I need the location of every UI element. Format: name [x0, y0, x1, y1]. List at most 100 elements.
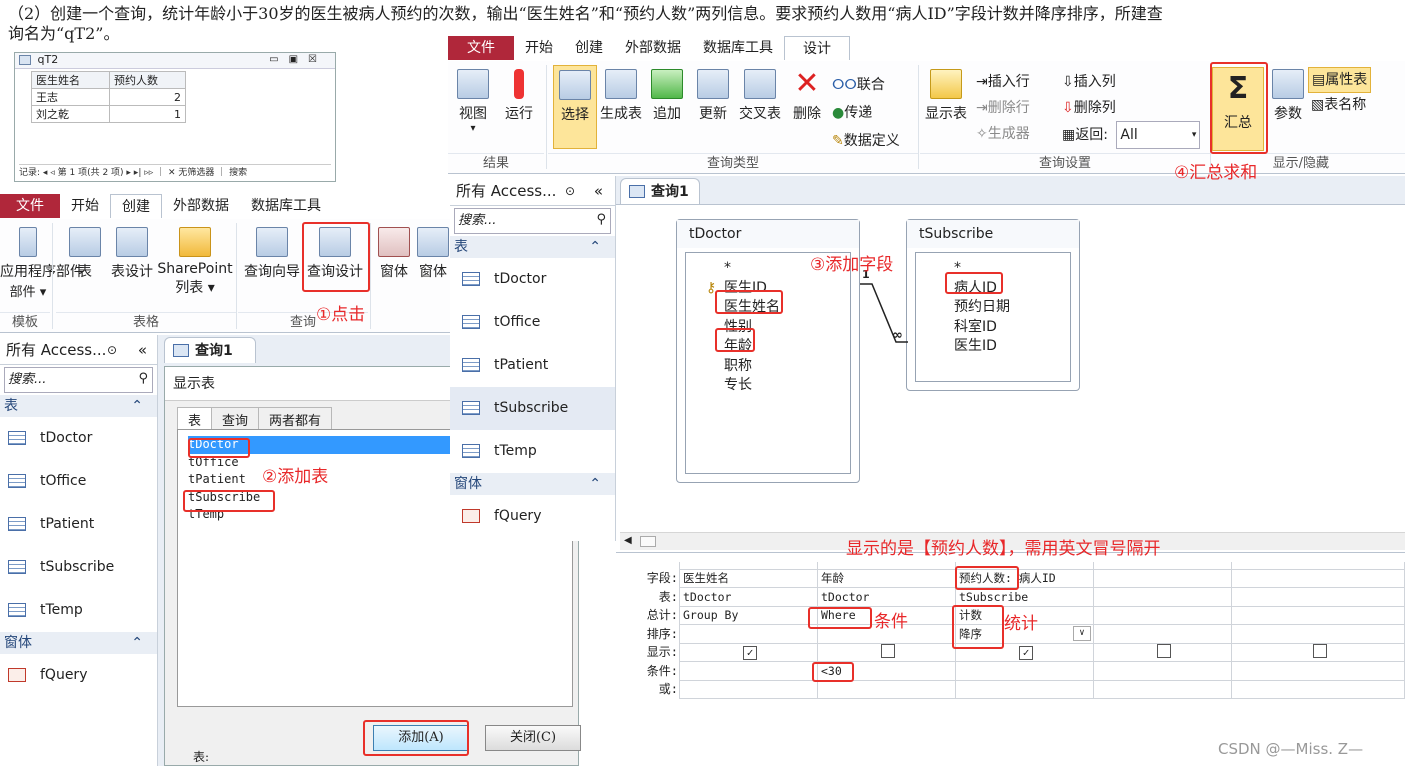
table-design-button[interactable]: 表设计	[106, 227, 158, 281]
tab-query1-right[interactable]: 查询1	[620, 178, 700, 204]
column-header[interactable]: 医生姓名	[31, 71, 110, 89]
return-select[interactable]: All ▾	[1116, 121, 1201, 149]
tab-design[interactable]: 设计	[784, 36, 850, 60]
grid-cell-table[interactable]: tDoctor	[817, 587, 956, 607]
nav-search-input[interactable]: 搜索... ⚲	[454, 208, 611, 234]
grid-cell-show[interactable]	[1093, 642, 1232, 662]
delete-rows-button[interactable]: ⇥删除行	[976, 95, 1030, 121]
nav-section-forms[interactable]: 窗体 ⌃	[450, 473, 615, 495]
insert-cols-button[interactable]: ⇩插入列	[1062, 69, 1200, 95]
nav-item-table[interactable]: tSubscribe	[450, 387, 615, 430]
minimize-icon[interactable]: ▭	[269, 54, 288, 65]
show-table-button[interactable]: 显示表	[922, 69, 970, 123]
field-item[interactable]: 专长	[724, 376, 850, 396]
nav-item-table[interactable]: tSubscribe	[0, 546, 157, 589]
view-button[interactable]: 视图 ▾	[454, 69, 492, 134]
grid-cell-or[interactable]	[817, 679, 956, 699]
update-button[interactable]: 更新	[694, 69, 732, 123]
nav-search-input[interactable]: 搜索... ⚲	[4, 367, 153, 393]
table-row[interactable]: 刘之乾 1	[31, 105, 186, 123]
grid-cell-field[interactable]	[1093, 568, 1232, 588]
table-box-tsubscribe[interactable]: tSubscribe * 病人ID 预约日期 科室ID 医生ID	[906, 219, 1080, 391]
tab-external-data[interactable]: 外部数据	[162, 194, 240, 218]
nav-pane-header[interactable]: 所有 Access... ⊙ «	[0, 335, 157, 365]
nav-item-form[interactable]: fQuery	[0, 654, 157, 697]
select-query-button[interactable]: 选择	[553, 65, 597, 149]
scroll-left-icon[interactable]: ◀	[624, 535, 632, 546]
show-checkbox[interactable]	[1157, 643, 1171, 658]
tab-both[interactable]: 两者都有	[258, 407, 333, 431]
maximize-icon[interactable]: ▣	[289, 54, 308, 65]
grid-cell-sort[interactable]	[1093, 624, 1232, 644]
nav-item-table[interactable]: tOffice	[450, 301, 615, 344]
nav-item-table[interactable]: tPatient	[450, 344, 615, 387]
grid-cell-total[interactable]	[1093, 605, 1232, 625]
grid-cell-table[interactable]	[1231, 587, 1405, 607]
nav-item-table[interactable]: tDoctor	[450, 258, 615, 301]
column-header[interactable]: 预约人数	[109, 71, 186, 89]
run-button[interactable]: 运行	[500, 69, 538, 123]
tab-home[interactable]: 开始	[60, 194, 110, 218]
grid-cell-sort[interactable]	[1231, 624, 1405, 644]
field-item[interactable]: 预约日期	[954, 298, 1070, 318]
tab-external-data[interactable]: 外部数据	[614, 36, 692, 60]
grid-cell-field[interactable]: 年龄	[817, 568, 956, 588]
grid-cell-table[interactable]	[1093, 587, 1232, 607]
form-button[interactable]: 窗体	[376, 227, 412, 281]
grid-cell-show[interactable]	[817, 642, 956, 662]
tab-home[interactable]: 开始	[514, 36, 564, 60]
grid-cell-field[interactable]: 医生姓名	[679, 568, 818, 588]
append-button[interactable]: 追加	[648, 69, 686, 123]
show-checkbox[interactable]	[881, 643, 895, 658]
grid-cell-show[interactable]: ✓	[679, 642, 818, 662]
table-button[interactable]: 表	[66, 227, 104, 281]
scroll-thumb[interactable]	[640, 536, 656, 547]
grid-cell-criteria[interactable]	[1093, 661, 1232, 681]
crosstab-button[interactable]: 交叉表	[736, 69, 784, 123]
return-field[interactable]: ▦返回: All ▾	[1062, 121, 1201, 149]
grid-cell-sort[interactable]	[679, 624, 818, 644]
search-icon[interactable]: ⚲	[138, 367, 148, 391]
app-parts-button[interactable]: 应用程序部件 部件 ▾	[0, 227, 84, 300]
delete-button[interactable]: ✕ 删除	[788, 69, 826, 123]
grid-cell-criteria[interactable]	[955, 661, 1094, 681]
close-button[interactable]: 关闭(C)	[485, 725, 581, 751]
nav-item-table[interactable]: tDoctor	[0, 417, 157, 460]
show-checkbox[interactable]: ✓	[743, 645, 757, 660]
grid-cell-field[interactable]	[1231, 568, 1405, 588]
grid-cell-show[interactable]	[1231, 642, 1405, 662]
show-checkbox[interactable]	[1312, 643, 1327, 658]
tab-create[interactable]: 创建	[564, 36, 614, 60]
table-cell[interactable]: 2	[109, 88, 186, 106]
make-table-button[interactable]: 生成表	[598, 69, 644, 123]
grid-cell-total[interactable]	[1231, 605, 1405, 625]
nav-section-tables[interactable]: 表 ⌃	[450, 236, 615, 258]
nav-item-form[interactable]: fQuery	[450, 495, 615, 538]
grid-cell-table[interactable]: tDoctor	[679, 587, 818, 607]
collapse-pane-icon[interactable]: «	[594, 176, 603, 206]
nav-item-table[interactable]: tTemp	[0, 589, 157, 632]
query-wizard-button[interactable]: 查询向导	[240, 227, 304, 281]
field-item[interactable]: 医生ID	[954, 337, 1070, 357]
tab-queries[interactable]: 查询	[211, 407, 260, 431]
table-cell[interactable]: 刘之乾	[31, 105, 110, 123]
data-definition-button[interactable]: ✎数据定义	[832, 127, 900, 155]
nav-section-forms[interactable]: 窗体 ⌃	[0, 632, 157, 654]
tab-file[interactable]: 文件	[0, 194, 60, 218]
form-design-button[interactable]: 窗体	[416, 227, 450, 281]
tab-database-tools[interactable]: 数据库工具	[692, 36, 784, 60]
passthrough-button[interactable]: ●传递	[832, 99, 900, 127]
nav-item-table[interactable]: tOffice	[0, 460, 157, 503]
record-navigator[interactable]: 记录: ◂ ◃ 第 1 项(共 2 项) ▸ ▸| ▹▹ ｜ ✕ 无筛选器 ｜ …	[19, 164, 331, 178]
insert-rows-button[interactable]: ⇥插入行	[976, 69, 1030, 95]
tab-database-tools[interactable]: 数据库工具	[240, 194, 332, 218]
nav-dropdown-icon[interactable]: ⊙	[107, 335, 117, 365]
grid-cell-or[interactable]	[1093, 679, 1232, 699]
nav-item-table[interactable]: tTemp	[450, 430, 615, 473]
nav-item-table[interactable]: tPatient	[0, 503, 157, 546]
table-cell[interactable]: 1	[109, 105, 186, 123]
grid-cell-or[interactable]	[955, 679, 1094, 699]
tab-create[interactable]: 创建	[110, 194, 162, 218]
delete-cols-button[interactable]: ⇩删除列	[1062, 95, 1200, 121]
parameters-button[interactable]: 参数	[1268, 69, 1308, 123]
